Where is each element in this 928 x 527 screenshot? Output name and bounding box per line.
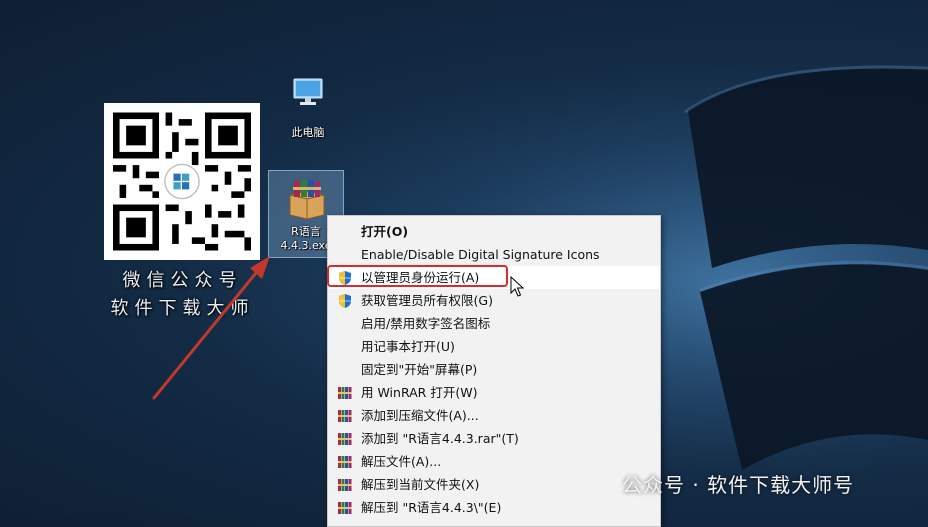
menu-item-label: 解压到 "R语言4.4.3\"(E) xyxy=(361,500,502,515)
watermark-text: 公众号 · 软件下载大师号 xyxy=(622,472,855,497)
highlight-box xyxy=(327,265,508,287)
menu-item-open[interactable]: 打开(O) xyxy=(328,220,660,243)
menu-item-label: 解压到当前文件夹(X) xyxy=(361,477,480,492)
watermark: 公众号 · 软件下载大师号 xyxy=(588,466,854,500)
uac-shield-icon xyxy=(339,294,351,308)
menu-item-label: 获取管理员所有权限(G) xyxy=(361,293,493,308)
desktop: 微信公众号 软件下载大师 此电脑 R语言 4.4.3.exe 打开(O) Ena… xyxy=(0,0,928,527)
menu-item-add-to-archive[interactable]: 添加到压缩文件(A)... xyxy=(328,404,660,427)
mouse-cursor-icon xyxy=(510,276,524,297)
menu-item-label: 添加到 "R语言4.4.3.rar"(T) xyxy=(361,431,519,446)
menu-item-open-with-winrar[interactable]: 用 WinRAR 打开(W) xyxy=(328,381,660,404)
menu-item-label: 启用/禁用数字签名图标 xyxy=(361,316,491,331)
winrar-icon xyxy=(338,387,352,399)
menu-item-label: 固定到"开始"屏幕(P) xyxy=(361,362,478,377)
menu-item-pin-to-start[interactable]: 固定到"开始"屏幕(P) xyxy=(328,358,660,381)
menu-item-label: 用 WinRAR 打开(W) xyxy=(361,385,478,400)
menu-item-enable-disable-signature-icons[interactable]: Enable/Disable Digital Signature Icons xyxy=(328,243,660,266)
menu-item-take-ownership[interactable]: 获取管理员所有权限(G) xyxy=(328,289,660,312)
menu-item-label: 添加到压缩文件(A)... xyxy=(361,408,479,423)
winrar-icon xyxy=(338,502,352,514)
winrar-icon xyxy=(338,410,352,422)
wechat-icon xyxy=(588,473,613,493)
menu-item-toggle-signature-icons-cn[interactable]: 启用/禁用数字签名图标 xyxy=(328,312,660,335)
winrar-icon xyxy=(338,479,352,491)
winrar-icon xyxy=(338,456,352,468)
menu-item-label: 解压文件(A)... xyxy=(361,454,442,469)
menu-item-label: Enable/Disable Digital Signature Icons xyxy=(361,247,600,262)
winrar-icon xyxy=(338,433,352,445)
menu-item-label: 用记事本打开(U) xyxy=(361,339,455,354)
menu-item-label: 打开(O) xyxy=(361,224,409,239)
menu-item-open-with-notepad[interactable]: 用记事本打开(U) xyxy=(328,335,660,358)
menu-item-add-to-rar[interactable]: 添加到 "R语言4.4.3.rar"(T) xyxy=(328,427,660,450)
